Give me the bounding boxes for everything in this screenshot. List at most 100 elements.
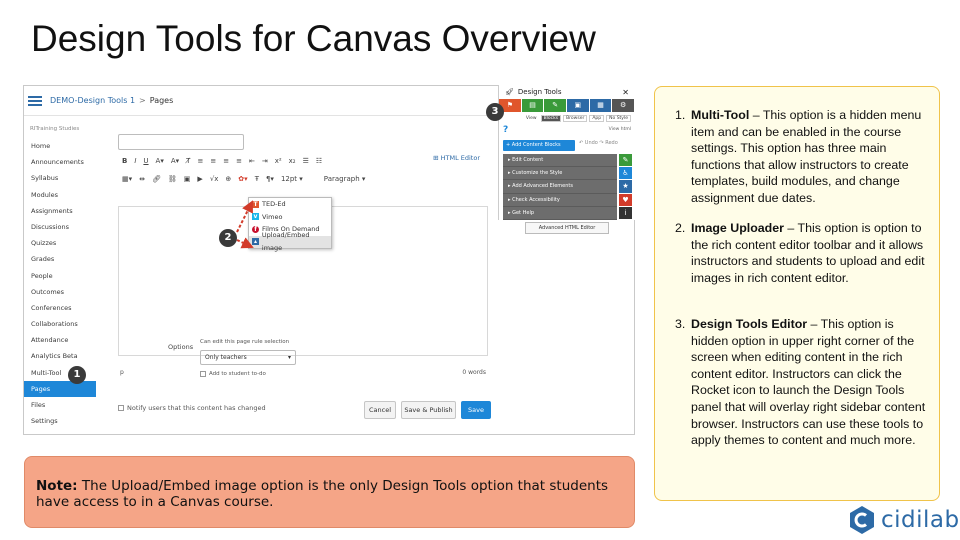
font-size-select[interactable]: 12pt ▾ <box>281 175 303 183</box>
nav-item-pages[interactable]: Pages <box>24 380 96 397</box>
align-left-icon[interactable]: ≡ <box>197 157 203 165</box>
text-color-icon[interactable]: A▾ <box>156 157 164 165</box>
nav-item-conferences[interactable]: Conferences <box>24 300 96 316</box>
info-icon[interactable]: i <box>619 206 632 220</box>
equation-icon[interactable]: √x <box>210 175 219 183</box>
superscript-icon[interactable]: x² <box>275 157 282 165</box>
tab-browser[interactable]: Browser <box>563 114 588 122</box>
description-text: Multi-Tool – This option is a hidden men… <box>691 108 922 205</box>
notify-checkbox[interactable] <box>118 405 124 411</box>
course-label: RITraining Studies <box>30 126 80 132</box>
theme-icon[interactable]: ✎ <box>544 99 567 112</box>
media-icon[interactable]: ▶ <box>197 175 202 183</box>
settings-icon[interactable]: ⚙ <box>612 99 635 112</box>
save-button[interactable]: Save <box>461 401 491 419</box>
unlink-icon[interactable]: ⛓ <box>168 175 177 183</box>
tab-app[interactable]: App <box>589 114 605 122</box>
save-publish-button[interactable]: Save & Publish <box>401 401 456 419</box>
bullet-list-icon[interactable]: ☰ <box>303 157 309 165</box>
callout-badge-1: 1 <box>68 366 86 384</box>
nav-item-analytics-beta[interactable]: Analytics Beta <box>24 348 96 364</box>
add-to-todo-row[interactable]: Add to student to-do <box>200 371 266 377</box>
nav-item-announcements[interactable]: Announcements <box>24 154 96 170</box>
undo-redo[interactable]: ↶ Undo ↷ Redo <box>579 140 618 146</box>
nav-item-settings[interactable]: Settings <box>24 413 96 429</box>
dropdown-item-teded[interactable]: T TED-Ed <box>249 198 331 211</box>
design-tools-menu-item[interactable]: ▸ Edit Content <box>503 154 617 168</box>
description-text: Image Uploader – This option is option t… <box>691 221 925 285</box>
accessibility-icon[interactable]: ♿︎ <box>619 167 632 181</box>
design-tools-menu-item[interactable]: ▸ Get Help <box>503 206 617 220</box>
nav-item-files[interactable]: Files <box>24 397 96 413</box>
notify-row[interactable]: Notify users that this content has chang… <box>118 404 266 412</box>
design-tools-title: Design Tools <box>517 88 562 96</box>
edit-icon[interactable]: ✎ <box>619 154 632 168</box>
dropdown-item-vimeo[interactable]: v Vimeo <box>249 211 331 224</box>
image-icon[interactable]: ▣ <box>184 175 191 183</box>
outdent-icon[interactable]: ⇤ <box>249 157 255 165</box>
cancel-button[interactable]: Cancel <box>364 401 396 419</box>
font-icon[interactable]: Ŧ <box>255 175 259 183</box>
help-question-icon[interactable]: ? <box>503 125 508 135</box>
design-tools-menu-item[interactable]: ▸ Check Accessibility <box>503 193 617 207</box>
page-title-input[interactable] <box>118 134 244 150</box>
grid-icon[interactable]: ▦ <box>589 99 612 112</box>
clear-format-icon[interactable]: T̸ <box>186 157 190 165</box>
design-tools-view-tabs: View Blocks Browser App No Style <box>499 112 635 124</box>
word-count: 0 words <box>462 369 486 376</box>
hamburger-menu-icon[interactable] <box>28 95 42 106</box>
paragraph-mark-icon[interactable]: ¶▾ <box>266 175 274 183</box>
image-icon[interactable]: ▣ <box>567 99 589 112</box>
close-icon[interactable]: ✕ <box>622 88 629 97</box>
indent-icon[interactable]: ⇥ <box>262 157 268 165</box>
align-center-icon[interactable]: ≡ <box>210 157 216 165</box>
star-icon[interactable]: ★ <box>619 180 632 194</box>
teded-icon: T <box>252 200 259 208</box>
italic-icon[interactable]: I <box>134 157 136 165</box>
html-editor-link[interactable]: ⊞ HTML Editor <box>433 154 480 162</box>
tab-blocks[interactable]: Blocks <box>540 114 562 122</box>
advanced-html-editor-button[interactable]: Advanced HTML Editor <box>525 222 609 234</box>
add-content-blocks-button[interactable]: + Add Content Blocks <box>503 140 575 151</box>
edit-permission-select[interactable]: Only teachers ▾ <box>200 350 296 365</box>
paragraph-select[interactable]: Paragraph ▾ <box>324 175 366 183</box>
page-editor: ⊞ HTML Editor B I U A▾ A▾ T̸ ≡ ≡ ≡ ≡ ⇤ ⇥… <box>118 134 490 376</box>
view-html-link[interactable]: View html <box>609 127 631 132</box>
nav-item-attendance[interactable]: Attendance <box>24 332 96 348</box>
table-icon[interactable]: ▦▾ <box>122 175 132 183</box>
nav-item-discussions[interactable]: Discussions <box>24 219 96 235</box>
bold-icon[interactable]: B <box>122 157 127 165</box>
nav-item-home[interactable]: Home <box>24 138 96 154</box>
design-tools-menu-item[interactable]: ▸ Customize the Style <box>503 167 617 181</box>
link-icon[interactable]: 🔗︎ <box>152 175 161 183</box>
design-tools-menu-item[interactable]: ▸ Add Advanced Elements <box>503 180 617 194</box>
design-tools-side-icons: ✎ ♿︎ ★ ♥ i <box>619 154 632 220</box>
breadcrumb-separator: > <box>139 96 146 105</box>
embed-icon[interactable]: ⊕ <box>225 175 231 183</box>
numbered-list-icon[interactable]: ☷ <box>316 157 322 165</box>
breadcrumb-course[interactable]: DEMO-Design Tools 1 <box>50 96 135 105</box>
nav-item-outcomes[interactable]: Outcomes <box>24 284 96 300</box>
nav-item-modules[interactable]: Modules <box>24 187 96 203</box>
dropdown-item-upload-embed-image[interactable]: ▴ Upload/Embed image <box>249 231 331 252</box>
note-box: Note: The Upload/Embed image option is t… <box>24 456 635 528</box>
layout-icon[interactable]: ▤ <box>521 99 544 112</box>
underline-icon[interactable]: U <box>143 157 148 165</box>
nav-item-collaborations[interactable]: Collaborations <box>24 316 96 332</box>
help-icon[interactable]: ♥ <box>619 193 632 207</box>
path-label: p <box>120 369 124 376</box>
nav-item-people[interactable]: People <box>24 268 96 284</box>
note-text: The Upload/Embed image option is the onl… <box>36 478 609 510</box>
design-tools-plugin-icon[interactable]: ✿▾ <box>238 175 247 183</box>
tab-no-style[interactable]: No Style <box>606 114 631 122</box>
align-right-icon[interactable]: ≡ <box>223 157 229 165</box>
add-to-todo-checkbox[interactable] <box>200 371 206 377</box>
highlight-icon[interactable]: A▾ <box>171 157 179 165</box>
nav-item-grades[interactable]: Grades <box>24 251 96 267</box>
nav-item-assignments[interactable]: Assignments <box>24 203 96 219</box>
nav-item-syllabus[interactable]: Syllabus <box>24 170 96 186</box>
nav-item-quizzes[interactable]: Quizzes <box>24 235 96 251</box>
justify-icon[interactable]: ≡ <box>236 157 242 165</box>
subscript-icon[interactable]: x₂ <box>289 157 296 165</box>
direction-icon[interactable]: ⇹ <box>139 175 145 183</box>
